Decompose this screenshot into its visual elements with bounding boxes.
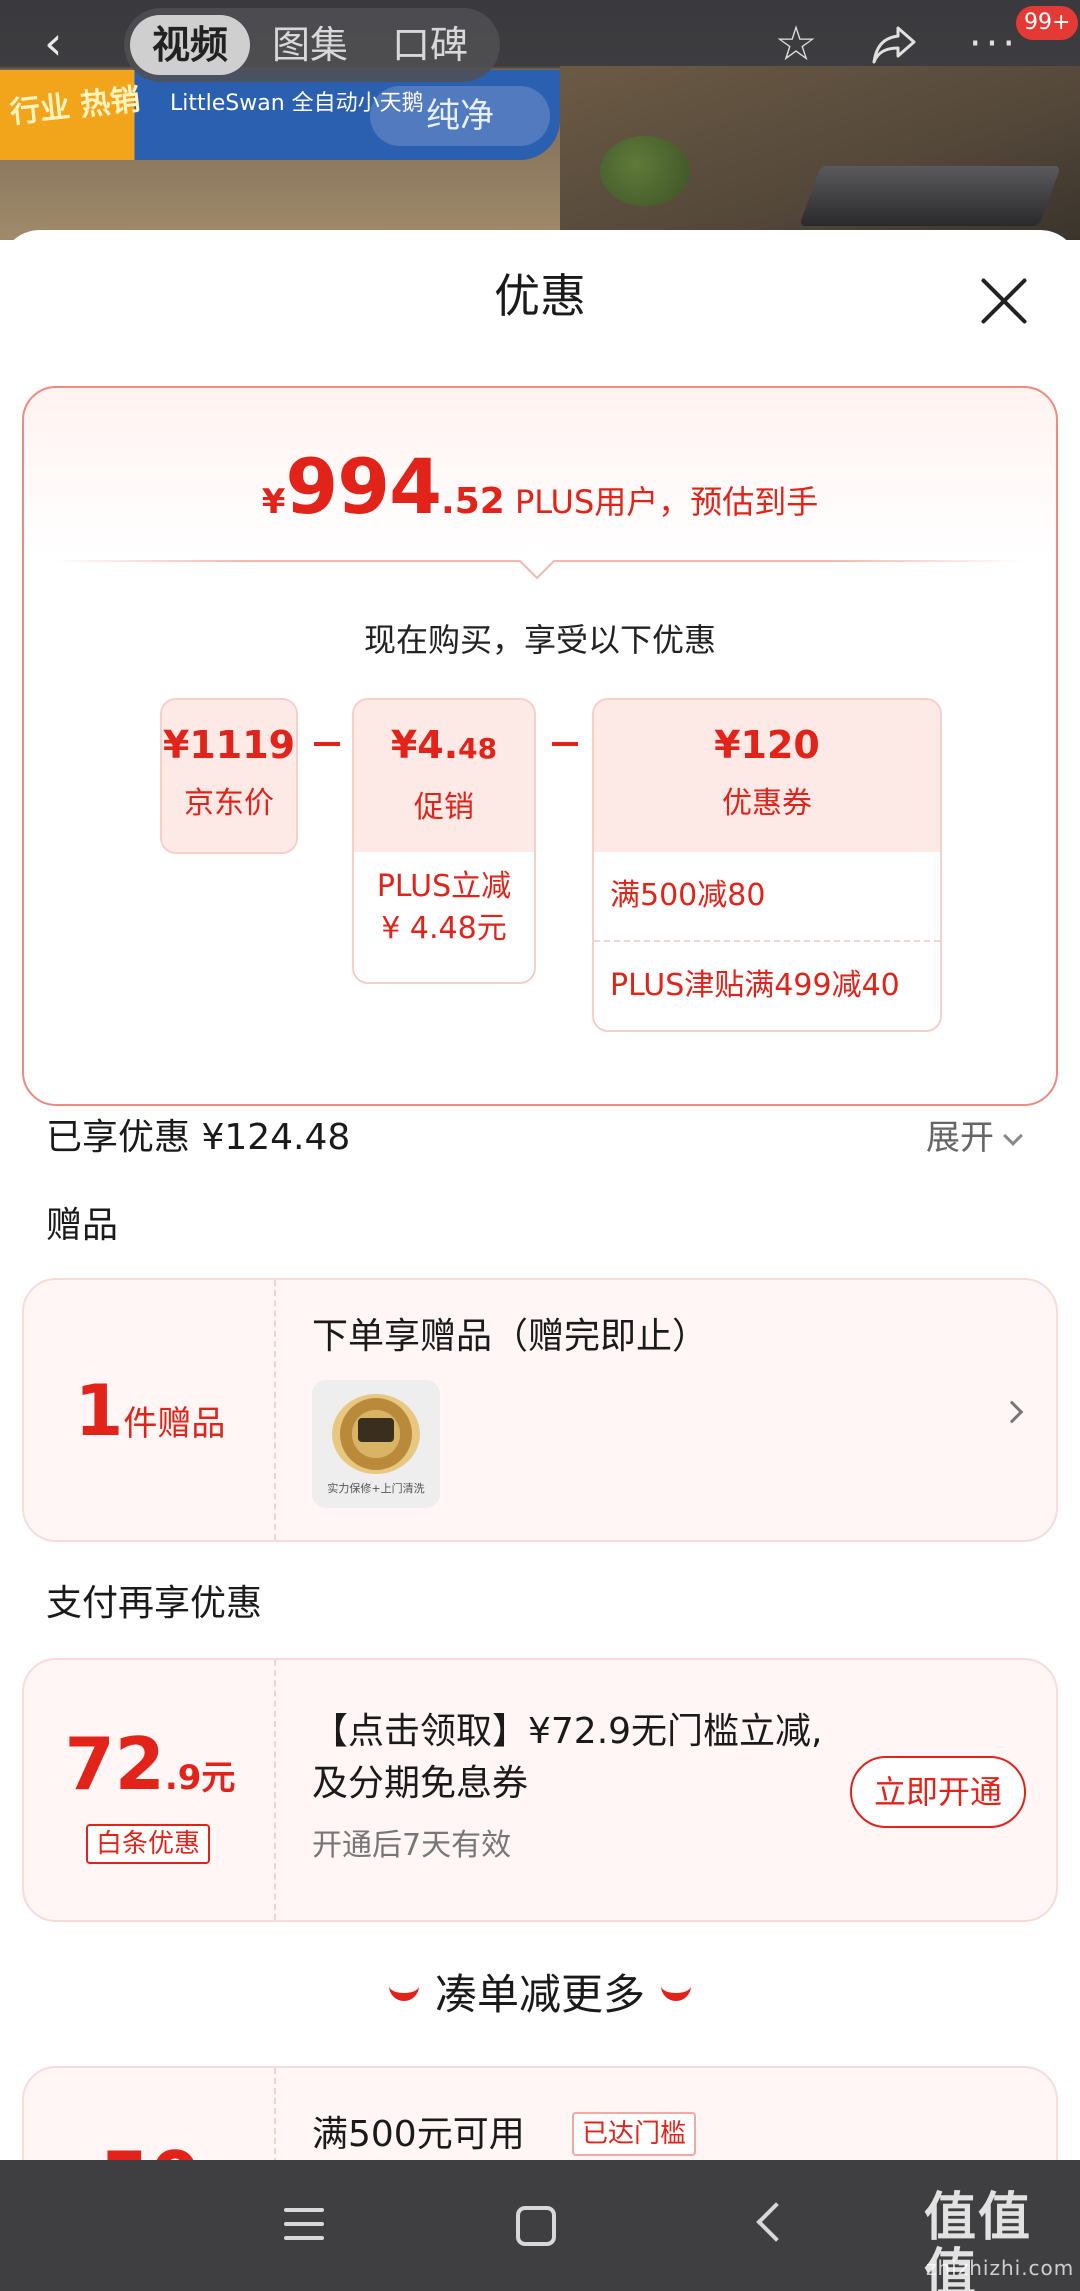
jd-price-label: 京东价 xyxy=(184,786,274,821)
nav-back-icon[interactable] xyxy=(756,2202,796,2242)
banner-pure: 纯净 xyxy=(370,86,550,146)
expand-button[interactable]: 展开 xyxy=(926,1114,1023,1162)
smile-icon xyxy=(388,1985,419,2001)
enjoyed-discount: 已享优惠 ¥124.48 xyxy=(46,1117,351,1158)
banner-hot-text: 行业 热销 xyxy=(8,82,142,131)
gift-count-column: 1件赠品 xyxy=(24,1280,276,1540)
discount-sheet: 优惠 ¥994.52 PLUS用户，预估到手 现在购买，享受以下优惠 ¥1119… xyxy=(0,230,1080,2160)
pay-amount-column: 72.9元 白条优惠 xyxy=(24,1660,276,1920)
gift-section-label: 赠品 xyxy=(46,1205,119,1246)
media-tabs: 视频 图集 口碑 xyxy=(124,8,501,82)
message-badge: 99+ xyxy=(1016,6,1079,40)
system-nav-bar: 值值值 zhizhizhi.com xyxy=(0,2160,1080,2291)
tab-video[interactable]: 视频 xyxy=(130,15,251,75)
baitiao-tag: 白条优惠 xyxy=(86,1824,211,1864)
home-icon[interactable] xyxy=(516,2206,556,2246)
promo-banner: 行业 热销 LittleSwan 全自动小天鹅 纯净 xyxy=(0,70,560,160)
gift-thumbnail[interactable]: 实力保修+上门清洗 xyxy=(312,1380,440,1508)
gift-unit: 件赠品 xyxy=(123,1404,226,1444)
gift-seal-image xyxy=(332,1394,420,1474)
favorite-star-icon[interactable]: ☆ xyxy=(766,14,826,74)
promo-label: 促销 xyxy=(414,790,474,825)
gift-count: 1 xyxy=(74,1370,124,1452)
product-device xyxy=(799,166,1061,226)
estimated-note: PLUS用户，预估到手 xyxy=(504,483,819,521)
smile-icon xyxy=(661,1985,691,2001)
gift-title: 下单享赠品（赠完即止） xyxy=(312,1316,709,1357)
promo-amount-int: ¥4. xyxy=(390,723,459,767)
pay-amount-int: 72 xyxy=(64,1722,165,1806)
promo-detail-line: ¥ 4.48元 xyxy=(381,911,507,946)
recent-apps-icon[interactable] xyxy=(284,2204,324,2244)
pay-amount-dec: .9元 xyxy=(164,1758,236,1798)
back-button[interactable]: ‹ xyxy=(44,18,88,68)
store-coupon-card[interactable]: 50 满500元可用 已达门槛 xyxy=(22,2066,1058,2160)
jd-price-amount: ¥1119 xyxy=(162,723,296,767)
estimated-integer: 994 xyxy=(285,442,442,531)
promo-amount-dec: 48 xyxy=(458,732,498,765)
promo-box: ¥4.48 促销 PLUS立减 ¥ 4.48元 xyxy=(352,698,536,984)
store-coupon-condition: 满500元可用 xyxy=(312,2114,525,2155)
tab-reviews[interactable]: 口碑 xyxy=(370,15,490,75)
more-discount-title: 凑单减更多 xyxy=(0,1968,1080,2022)
price-breakdown-card: ¥994.52 PLUS用户，预估到手 现在购买，享受以下优惠 ¥1119 京东… xyxy=(22,386,1058,1106)
gift-thumb-caption: 实力保修+上门清洗 xyxy=(327,1482,425,1495)
plant-decoration xyxy=(600,136,690,206)
estimated-yen: ¥ xyxy=(261,482,286,522)
jd-price-box: ¥1119 京东价 xyxy=(160,698,298,854)
pay-offer-validity: 开通后7天有效 xyxy=(312,1828,512,1863)
close-icon[interactable] xyxy=(980,276,1030,326)
chevron-right-icon xyxy=(1000,1400,1024,1424)
coupon-label: 优惠券 xyxy=(722,786,812,821)
pay-offer-card[interactable]: 72.9元 白条优惠 【点击领取】¥72.9无门槛立减,及分期免息券 开通后7天… xyxy=(22,1658,1058,1922)
expand-label: 展开 xyxy=(926,1118,994,1158)
breakdown-subtitle: 现在购买，享受以下优惠 xyxy=(363,621,716,659)
estimated-decimal: .52 xyxy=(441,481,505,522)
coupon-detail: 满500减80 xyxy=(610,878,766,913)
gift-card[interactable]: 1件赠品 下单享赠品（赠完即止） 实力保修+上门清洗 xyxy=(22,1278,1058,1542)
share-icon[interactable] xyxy=(864,14,924,74)
promo-detail-line: PLUS立减 xyxy=(376,869,512,904)
more-title-text: 凑单减更多 xyxy=(434,1970,645,2019)
coupon-amount-column: 50 xyxy=(24,2068,276,2160)
minus-sign xyxy=(552,742,578,746)
coupon-detail: PLUS津贴满499减40 xyxy=(594,940,940,1030)
minus-sign xyxy=(314,742,340,746)
product-photo xyxy=(560,66,1080,240)
store-coupon-amount: 50 xyxy=(24,2138,276,2160)
chevron-down-icon xyxy=(1003,1126,1023,1146)
more-dots-icon[interactable]: ··· xyxy=(964,14,1024,74)
watermark-url: zhizhizhi.com xyxy=(926,2256,1075,2280)
pay-section-label: 支付再享优惠 xyxy=(46,1583,263,1624)
pay-offer-desc: 【点击领取】¥72.9无门槛立减,及分期免息券 xyxy=(312,1711,823,1804)
open-now-button[interactable]: 立即开通 xyxy=(850,1756,1026,1828)
tab-gallery[interactable]: 图集 xyxy=(250,15,370,75)
threshold-reached-tag: 已达门槛 xyxy=(572,2112,697,2156)
divider-notch xyxy=(518,542,556,580)
estimated-price: ¥994.52 PLUS用户，预估到手 xyxy=(24,442,1056,531)
coupon-amount: ¥120 xyxy=(714,723,820,767)
sheet-title: 优惠 xyxy=(494,269,586,323)
coupon-box: ¥120 优惠券 满500减80 PLUS津贴满499减40 xyxy=(592,698,942,1032)
